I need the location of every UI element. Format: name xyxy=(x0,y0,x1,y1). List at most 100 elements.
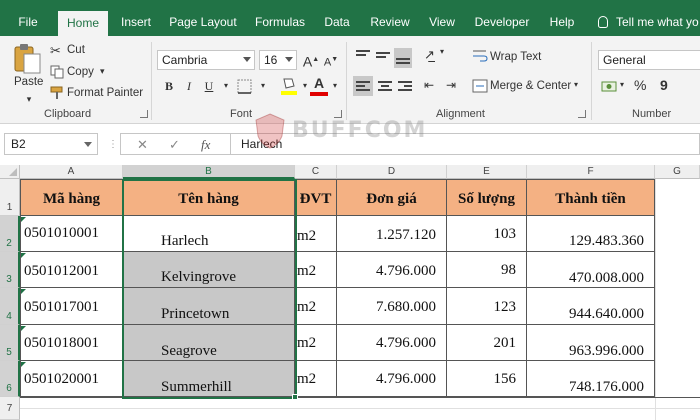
orientation-dropdown-icon[interactable]: ▾ xyxy=(440,47,444,56)
table-cell-name[interactable]: Seagrove xyxy=(123,325,295,361)
font-color-dropdown-icon[interactable]: ▾ xyxy=(326,77,344,95)
table-cell-code[interactable]: 0501018001 xyxy=(20,325,123,361)
table-cell-total[interactable]: 944.640.000 xyxy=(527,288,655,325)
increase-font-size-button[interactable]: A▲ xyxy=(302,51,320,70)
accounting-dropdown-icon[interactable]: ▾ xyxy=(620,80,624,89)
tab-formulas[interactable]: Formulas xyxy=(250,9,310,36)
header-cell-ten-hang[interactable]: Tên hàng xyxy=(123,179,295,216)
table-cell-code[interactable]: 0501020001 xyxy=(20,361,123,397)
header-cell-dvt[interactable]: ĐVT xyxy=(295,179,337,216)
paste-dropdown-icon[interactable]: ▾ xyxy=(20,90,38,108)
paste-button[interactable]: Paste xyxy=(14,76,43,88)
table-cell-code[interactable]: 0501012001 xyxy=(20,252,123,288)
italic-button[interactable]: I xyxy=(180,77,198,95)
tab-developer[interactable]: Developer xyxy=(470,9,534,36)
copy-button[interactable]: Copy xyxy=(67,66,94,78)
tell-me-search[interactable]: Tell me what yo xyxy=(598,9,699,36)
column-header-c[interactable]: C xyxy=(295,165,337,179)
table-cell-price[interactable]: 4.796.000 xyxy=(337,361,447,397)
copy-dropdown-icon[interactable]: ▾ xyxy=(100,66,105,77)
alignment-launcher-icon[interactable] xyxy=(578,110,586,118)
align-center-icon[interactable] xyxy=(378,79,392,93)
tab-insert[interactable]: Insert xyxy=(114,9,158,36)
table-cell-unit[interactable]: m2 xyxy=(295,361,337,397)
row-header-4[interactable]: 4 xyxy=(0,288,20,325)
table-cell-quantity[interactable]: 156 xyxy=(447,361,527,397)
table-cell-total[interactable]: 129.483.360 xyxy=(527,216,655,252)
align-right-icon[interactable] xyxy=(398,79,412,93)
table-cell-total[interactable]: 470.008.000 xyxy=(527,252,655,288)
column-header-f[interactable]: F xyxy=(527,165,655,179)
table-cell-name[interactable]: Harlech xyxy=(123,216,295,252)
font-size-combo[interactable]: 16 xyxy=(259,50,297,70)
table-cell-quantity[interactable]: 103 xyxy=(447,216,527,252)
underline-button[interactable]: U xyxy=(200,77,218,95)
clipboard-launcher-icon[interactable] xyxy=(140,110,148,118)
paste-icon[interactable] xyxy=(12,42,42,74)
bold-button[interactable]: B xyxy=(160,77,178,95)
row-header-2[interactable]: 2 xyxy=(0,216,20,252)
row-header-3[interactable]: 3 xyxy=(0,252,20,288)
error-indicator-icon[interactable] xyxy=(21,217,26,222)
header-cell-don-gia[interactable]: Đơn giá xyxy=(337,179,447,216)
header-cell-so-luong[interactable]: Số lượng xyxy=(447,179,527,216)
merge-center-button[interactable]: Merge & Center xyxy=(490,80,571,92)
table-cell-unit[interactable]: m2 xyxy=(295,288,337,325)
orientation-icon[interactable]: ↗̲ xyxy=(424,47,435,63)
row-header-7[interactable]: 7 xyxy=(0,397,20,420)
row-header-6[interactable]: 6 xyxy=(0,361,20,397)
tab-data[interactable]: Data xyxy=(318,9,356,36)
font-launcher-icon[interactable] xyxy=(334,110,342,118)
tab-file[interactable]: File xyxy=(8,9,48,36)
wrap-text-button[interactable]: Wrap Text xyxy=(490,51,541,63)
header-cell-thanh-tien[interactable]: Thành tiền xyxy=(527,179,655,216)
table-cell-total[interactable]: 963.996.000 xyxy=(527,325,655,361)
table-cell-price[interactable]: 7.680.000 xyxy=(337,288,447,325)
confirm-entry-icon[interactable]: ✓ xyxy=(169,137,180,153)
more-options-icon[interactable]: ⋮ xyxy=(108,139,118,150)
cut-button[interactable]: Cut xyxy=(67,44,85,56)
table-cell-quantity[interactable]: 201 xyxy=(447,325,527,361)
merge-dropdown-icon[interactable]: ▾ xyxy=(574,80,578,89)
table-cell-price[interactable]: 4.796.000 xyxy=(337,252,447,288)
tab-page-layout[interactable]: Page Layout xyxy=(166,9,240,36)
table-cell-quantity[interactable]: 123 xyxy=(447,288,527,325)
table-cell-code[interactable]: 0501017001 xyxy=(20,288,123,325)
error-indicator-icon[interactable] xyxy=(21,326,26,331)
table-cell-price[interactable]: 1.257.120 xyxy=(337,216,447,252)
tab-home[interactable]: Home xyxy=(58,11,108,36)
fill-handle[interactable] xyxy=(292,394,298,400)
row-header-1[interactable]: 1 xyxy=(0,179,20,216)
insert-function-icon[interactable]: fx xyxy=(201,137,210,153)
select-all-corner[interactable] xyxy=(0,165,20,179)
table-cell-quantity[interactable]: 98 xyxy=(447,252,527,288)
table-cell-name[interactable]: Kelvingrove xyxy=(123,252,295,288)
column-header-e[interactable]: E xyxy=(447,165,527,179)
font-name-combo[interactable]: Cambria xyxy=(157,50,255,70)
format-painter-button[interactable]: Format Painter xyxy=(67,87,143,99)
accounting-format-icon[interactable] xyxy=(601,78,619,94)
borders-icon[interactable] xyxy=(237,79,253,95)
column-header-g[interactable]: G xyxy=(655,165,700,179)
tab-help[interactable]: Help xyxy=(542,9,582,36)
decrease-font-size-button[interactable]: A▼ xyxy=(322,51,340,69)
table-cell-code[interactable]: 0501010001 xyxy=(20,216,123,252)
align-left-icon[interactable] xyxy=(353,76,373,96)
error-indicator-icon[interactable] xyxy=(21,289,26,294)
column-header-d[interactable]: D xyxy=(337,165,447,179)
table-cell-unit[interactable]: m2 xyxy=(295,216,337,252)
decrease-indent-icon[interactable]: ⇤ xyxy=(424,78,434,92)
increase-indent-icon[interactable]: ⇥ xyxy=(446,78,456,92)
percent-style-button[interactable]: % xyxy=(634,77,646,93)
table-cell-unit[interactable]: m2 xyxy=(295,325,337,361)
table-cell-name[interactable]: Princetown xyxy=(123,288,295,325)
underline-dropdown-icon[interactable]: ▾ xyxy=(217,77,235,95)
table-cell-name[interactable]: Summerhill xyxy=(123,361,295,397)
middle-align-icon[interactable] xyxy=(376,50,390,60)
error-indicator-icon[interactable] xyxy=(21,362,26,367)
tab-view[interactable]: View xyxy=(422,9,462,36)
table-cell-total[interactable]: 748.176.000 xyxy=(527,361,655,397)
tab-review[interactable]: Review xyxy=(364,9,416,36)
column-header-b[interactable]: B xyxy=(123,165,295,179)
column-header-a[interactable]: A xyxy=(20,165,123,179)
